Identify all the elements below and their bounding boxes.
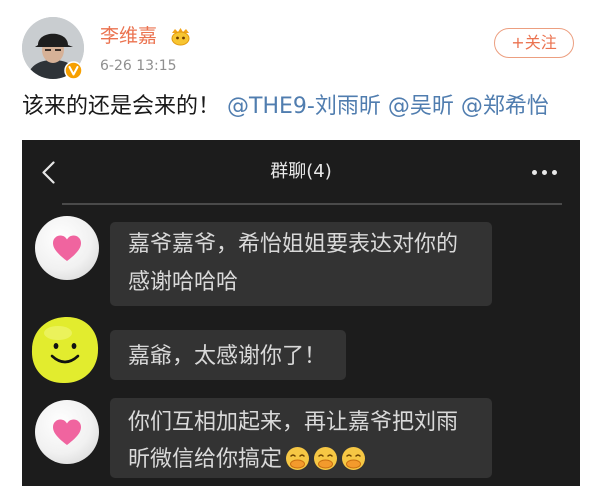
follow-button[interactable]: +关注 (494, 28, 574, 58)
emoji-face (314, 447, 338, 470)
message-line: 感谢哈哈哈 (128, 270, 239, 295)
mention-link-zhengxiyi[interactable]: @郑希怡 (461, 94, 549, 119)
smiley-highlight (44, 326, 72, 340)
chat-title: 群聊(4) (270, 161, 332, 182)
verified-badge-circle (64, 61, 83, 80)
pink-heart-avatar (35, 216, 99, 280)
emoji-hand (318, 459, 334, 469)
heart-shape (53, 235, 81, 261)
emoji-face (286, 447, 310, 470)
chat-message-bubble: 嘉爺，太感谢你了！ (110, 330, 346, 380)
covering-mouth-laugh-emoji (313, 446, 338, 471)
verified-v-icon-shape (64, 61, 83, 80)
vip-badge-icon-shape (171, 28, 190, 46)
message-line: 你们互相加起来，再让嘉爷把刘雨 (128, 410, 459, 435)
more-dots-icon (532, 170, 558, 175)
message-line: 嘉爷嘉爷，希怡姐姐要表达对你的 (128, 232, 459, 257)
vip-badge-icon[interactable] (170, 27, 191, 46)
smiley-eye-left (53, 343, 59, 349)
chat-message-bubble: 嘉爷嘉爷，希怡姐姐要表达对你的 感谢哈哈哈 (110, 222, 492, 306)
vip-badge-eye-left (176, 36, 179, 40)
chat-screenshot-image[interactable]: 群聊(4) 嘉爷嘉爷，希怡姐姐要表达对你的 感谢哈哈哈 嘉爺，太感谢你了！ 你们… (22, 140, 580, 486)
smiley-face-blob (31, 316, 99, 384)
message-line: 昕微信给你搞定 (128, 447, 283, 472)
avatar-eye-right (55, 49, 61, 51)
avatar-eye-left (45, 49, 51, 51)
heart-shape (53, 419, 81, 445)
emoji-hand (290, 459, 306, 469)
yellow-smiley-avatar (28, 313, 102, 387)
vip-badge-eye-right (182, 36, 185, 40)
message-line-with-emojis: 昕微信给你搞定 (128, 441, 480, 478)
covering-mouth-laugh-emoji (341, 446, 366, 471)
post-text: 该来的还是会来的！ (22, 94, 221, 119)
chat-message-bubble: 你们互相加起来，再让嘉爷把刘雨 昕微信给你搞定 (110, 398, 492, 478)
heart-icon (53, 419, 81, 445)
pink-heart-avatar (35, 400, 99, 464)
more-dot (552, 170, 557, 175)
emoji-face (342, 447, 366, 470)
chat-header-divider (62, 203, 562, 205)
vip-badge-face (171, 31, 190, 46)
verified-v-icon (64, 61, 83, 80)
author-name[interactable]: 李维嘉 (100, 24, 157, 48)
message-line: 嘉爺，太感谢你了！ (128, 344, 327, 369)
mention-link-wuxin[interactable]: @吴昕 (388, 94, 454, 119)
smiley-face-icon (31, 316, 99, 384)
heart-icon (53, 235, 81, 261)
post-body: 该来的还是会来的！ @THE9-刘雨昕 @吴昕 @郑希怡 (22, 92, 549, 122)
more-dot (532, 170, 537, 175)
mention-link-the9-liuyuxin[interactable]: @THE9-刘雨昕 (227, 94, 381, 119)
post-timestamp[interactable]: 6-26 13:15 (100, 57, 177, 75)
emoji-hand (346, 459, 362, 469)
smiley-eye-right (71, 343, 77, 349)
more-dot (542, 170, 547, 175)
covering-mouth-laugh-emoji (285, 446, 310, 471)
